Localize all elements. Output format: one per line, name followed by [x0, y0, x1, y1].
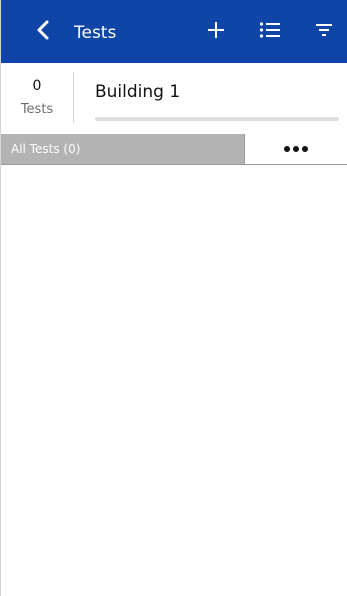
app-screen: Tests 0 Tests Building 1 All Tests (0): [0, 0, 347, 596]
group-label-cell[interactable]: All Tests (0): [1, 134, 244, 164]
filter-icon: [315, 22, 333, 41]
filter-button[interactable]: [308, 0, 340, 63]
test-count-value: 0: [32, 78, 42, 94]
building-name: Building 1: [95, 82, 181, 102]
plus-icon: [207, 21, 225, 43]
more-options-button[interactable]: [244, 134, 347, 164]
building-progress-bar: [95, 117, 339, 121]
back-button[interactable]: [25, 0, 61, 63]
summary-divider: [73, 72, 74, 123]
more-horizontal-icon: [284, 146, 308, 152]
list-view-button[interactable]: [253, 0, 287, 63]
test-count-box: 0 Tests: [1, 63, 73, 132]
list-icon: [259, 21, 281, 43]
test-list: [1, 165, 347, 596]
chevron-left-icon: [36, 20, 50, 44]
test-group-bar: All Tests (0): [1, 134, 347, 165]
test-count-label: Tests: [20, 102, 54, 117]
group-label: All Tests (0): [11, 142, 81, 156]
building-summary[interactable]: 0 Tests Building 1: [1, 63, 347, 132]
app-bar: Tests: [1, 0, 347, 63]
page-title: Tests: [74, 23, 117, 43]
add-test-button[interactable]: [200, 0, 232, 63]
